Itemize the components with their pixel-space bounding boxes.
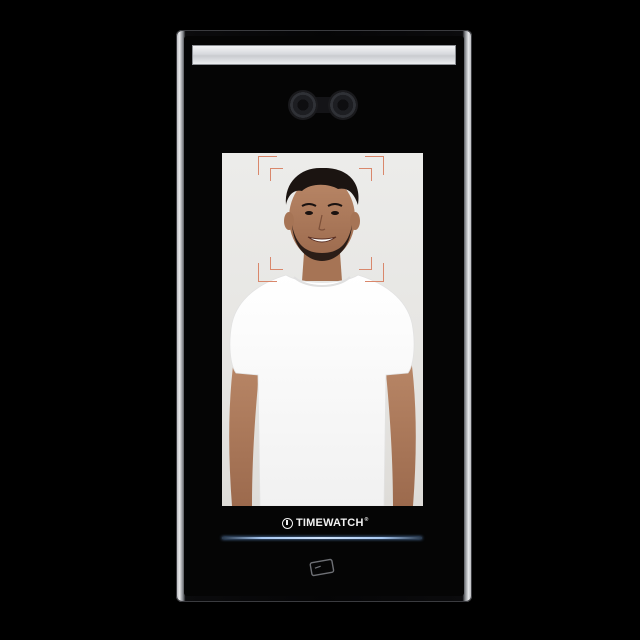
brand-logo: TIMEWATCH ® [282,514,368,532]
card-reader-icon [309,558,335,577]
display-screen [222,153,423,506]
frame-corner [270,168,283,181]
left-camera-icon [290,92,316,118]
trademark-symbol: ® [364,517,369,523]
face-detection-frame-icon [258,156,384,282]
power-logo-icon [282,517,293,529]
status-light-line [222,537,422,539]
product-image: TIMEWATCH ® [0,0,640,640]
brand-logo-text: TIMEWATCH [296,517,364,529]
frame-corner [359,168,372,181]
frame-corner [270,257,283,270]
right-camera-icon [330,92,356,118]
frame-corner [359,257,372,270]
top-light-bar [192,45,456,65]
